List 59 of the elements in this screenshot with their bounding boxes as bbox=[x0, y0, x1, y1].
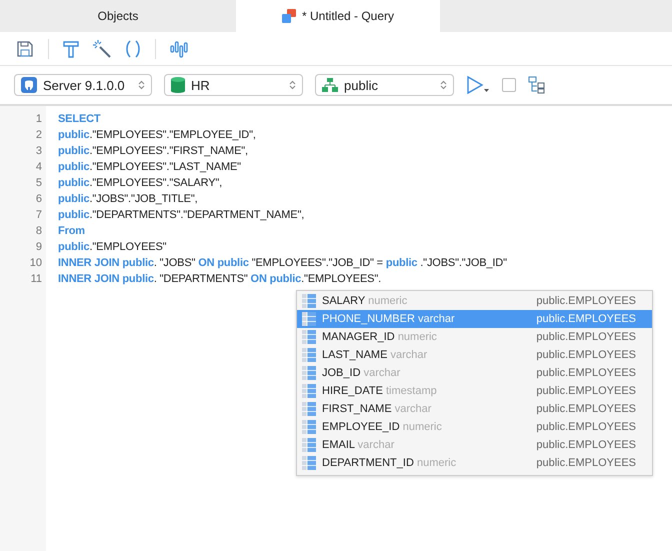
code-line: SELECT bbox=[58, 112, 102, 127]
code-line: INNER JOIN public. "DEPARTMENTS" ON public."EMPLOYEES". bbox=[58, 272, 382, 287]
line-number: 7 bbox=[34, 208, 43, 223]
explain-chart-icon[interactable] bbox=[170, 40, 188, 58]
suggestion-item[interactable]: LAST_NAME varchar public.EMPLOYEES bbox=[297, 346, 652, 364]
code-line: public."JOBS"."JOB_TITLE", bbox=[58, 192, 198, 207]
tab[interactable]: Objects bbox=[0, 0, 236, 32]
suggestion-item[interactable]: FIRST_NAME varchar public.EMPLOYEES bbox=[297, 400, 652, 418]
magic-wand-icon[interactable] bbox=[93, 40, 111, 58]
tab[interactable]: * Untitled - Query bbox=[236, 0, 440, 32]
dropdown-caret-icon bbox=[138, 80, 145, 90]
schema-select[interactable]: public bbox=[315, 74, 454, 96]
dropdown-caret-icon bbox=[289, 80, 296, 90]
database-select[interactable]: HR bbox=[164, 74, 303, 96]
line-number: 4 bbox=[34, 160, 43, 175]
database-icon bbox=[171, 77, 185, 93]
suggestion-item[interactable]: DEPARTMENT_ID numeric public.EMPLOYEES bbox=[297, 454, 652, 472]
code-line: From bbox=[58, 224, 86, 239]
line-number: 1 bbox=[34, 112, 43, 127]
dropdown-caret-icon bbox=[440, 80, 447, 90]
line-number: 3 bbox=[34, 144, 43, 159]
column-icon bbox=[302, 366, 316, 380]
code-line: public."EMPLOYEES" bbox=[58, 240, 168, 255]
line-number: 8 bbox=[34, 224, 43, 239]
save-icon[interactable] bbox=[16, 40, 34, 58]
column-icon bbox=[302, 384, 316, 398]
column-icon bbox=[302, 294, 316, 308]
run-icon[interactable] bbox=[466, 75, 490, 95]
suggestion-item[interactable]: SALARY numeric public.EMPLOYEES bbox=[297, 292, 652, 310]
column-icon bbox=[302, 312, 316, 326]
suggestion-item[interactable]: EMAIL varchar public.EMPLOYEES bbox=[297, 436, 652, 454]
hierarchy-icon bbox=[322, 78, 338, 92]
column-icon bbox=[302, 348, 316, 362]
line-number: 5 bbox=[34, 176, 43, 191]
column-icon bbox=[302, 456, 316, 470]
server-select[interactable]: Server 9.1.0.0 bbox=[14, 74, 152, 96]
line-number: 9 bbox=[34, 240, 43, 255]
code-line: public."DEPARTMENTS"."DEPARTMENT_NAME", bbox=[58, 208, 306, 223]
parentheses-icon[interactable] bbox=[125, 40, 141, 58]
code-line: INNER JOIN public. "JOBS" ON public "EMPLOYEES"."JOB_ID" = public ."JOBS"."JOB_ID" bbox=[58, 256, 508, 271]
suggestion-item[interactable]: EMPLOYEE_ID numeric public.EMPLOYEES bbox=[297, 418, 652, 436]
suggestion-item[interactable]: HIRE_DATE timestamp public.EMPLOYEES bbox=[297, 382, 652, 400]
query-table-icon bbox=[282, 9, 296, 23]
suggestion-item[interactable]: JOB_ID varchar public.EMPLOYEES bbox=[297, 364, 652, 382]
line-number: 2 bbox=[34, 128, 43, 143]
line-number: 11 bbox=[30, 272, 43, 287]
code-line: public."EMPLOYEES"."LAST_NAME" bbox=[58, 160, 242, 175]
column-icon bbox=[302, 438, 316, 452]
suggestion-item[interactable]: MANAGER_ID numeric public.EMPLOYEES bbox=[297, 328, 652, 346]
code-line: public."EMPLOYEES"."FIRST_NAME", bbox=[58, 144, 249, 159]
checkbox[interactable] bbox=[502, 78, 516, 92]
line-number: 6 bbox=[34, 192, 43, 207]
column-icon bbox=[302, 420, 316, 434]
code-line: public."EMPLOYEES"."SALARY", bbox=[58, 176, 224, 191]
column-icon bbox=[302, 330, 316, 344]
code-line: public."EMPLOYEES"."EMPLOYEE_ID", bbox=[58, 128, 257, 143]
tree-structure-icon[interactable] bbox=[528, 76, 546, 94]
line-number: 10 bbox=[28, 256, 43, 271]
column-icon bbox=[302, 402, 316, 416]
